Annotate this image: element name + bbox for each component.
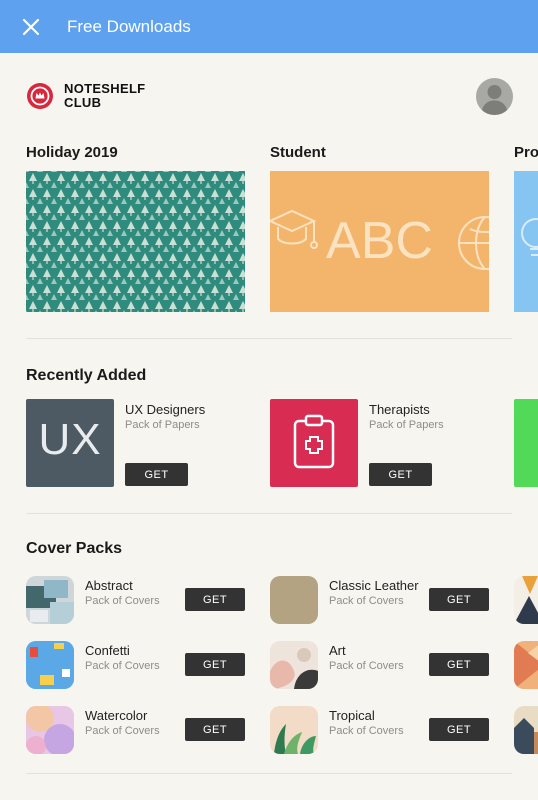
section-title-recently-added: Recently Added: [26, 367, 147, 384]
get-button-classic-leather[interactable]: GET: [429, 588, 489, 611]
featured-card-pro[interactable]: [514, 171, 538, 312]
get-button-abstract[interactable]: GET: [185, 588, 245, 611]
brand-name: NOTESHELF CLUB: [64, 82, 145, 110]
art-title: Art: [329, 643, 346, 658]
watercolor-cover-thumbnail[interactable]: [26, 706, 74, 754]
section-title-cover-packs: Cover Packs: [26, 540, 123, 557]
tropical-cover-thumbnail[interactable]: [270, 706, 318, 754]
houses-cover-art: [514, 706, 538, 754]
get-button-tropical[interactable]: GET: [429, 718, 489, 741]
art-cover-thumbnail[interactable]: [270, 641, 318, 689]
student-art-text: ABC: [326, 212, 433, 270]
classic-leather-title: Classic Leather: [329, 578, 419, 593]
divider: [26, 338, 512, 339]
featured-card-holiday[interactable]: [26, 171, 245, 312]
featured-label-holiday: Holiday 2019: [26, 144, 118, 161]
confetti-subtitle: Pack of Covers: [85, 660, 160, 672]
brand-line-1: NOTESHELF: [64, 81, 146, 96]
confetti-cover-art: [26, 641, 74, 689]
divider: [26, 513, 512, 514]
cover-pack-partial-thumbnail-3[interactable]: [514, 706, 538, 754]
noteshelf-club-logo-icon: [26, 82, 54, 115]
featured-card-student[interactable]: ABC: [270, 171, 489, 312]
classic-leather-cover-thumbnail[interactable]: [270, 576, 318, 624]
get-button-art[interactable]: GET: [429, 653, 489, 676]
get-button-watercolor[interactable]: GET: [185, 718, 245, 741]
recently-added-partial-thumbnail[interactable]: [514, 399, 538, 487]
clipboard-plus-icon: [293, 414, 335, 469]
abstract-cover-art: [26, 576, 74, 624]
trees-pattern: [26, 171, 245, 312]
avatar[interactable]: [476, 78, 513, 115]
divider: [26, 773, 512, 774]
brand-line-2: CLUB: [64, 95, 102, 110]
featured-label-student: Student: [270, 144, 326, 161]
lightbulb-icon: [521, 218, 538, 256]
abstract-subtitle: Pack of Covers: [85, 595, 160, 607]
therapists-thumbnail[interactable]: [270, 399, 358, 487]
abstract-cover-thumbnail[interactable]: [26, 576, 74, 624]
therapists-title: Therapists: [369, 402, 430, 417]
page-title: Free Downloads: [67, 17, 191, 36]
triangles-cover-art: [514, 641, 538, 689]
ux-designers-thumbnail[interactable]: UX: [26, 399, 114, 487]
get-button-therapists[interactable]: GET: [369, 463, 432, 486]
cover-pack-partial-thumbnail-2[interactable]: [514, 641, 538, 689]
watercolor-subtitle: Pack of Covers: [85, 725, 160, 737]
classic-leather-subtitle: Pack of Covers: [329, 595, 404, 607]
therapists-subtitle: Pack of Papers: [369, 419, 444, 431]
featured-label-pro: Pro: [514, 144, 538, 161]
abstract-title: Abstract: [85, 578, 133, 593]
tropical-title: Tropical: [329, 708, 375, 723]
confetti-title: Confetti: [85, 643, 130, 658]
art-cover-art: [270, 641, 318, 689]
tropical-subtitle: Pack of Covers: [329, 725, 404, 737]
art-subtitle: Pack of Covers: [329, 660, 404, 672]
ux-designers-title: UX Designers: [125, 402, 206, 417]
watercolor-cover-art: [26, 706, 74, 754]
close-icon[interactable]: [20, 16, 42, 38]
tropical-cover-art: [270, 706, 318, 754]
ux-designers-subtitle: Pack of Papers: [125, 419, 200, 431]
ux-art-text: UX: [38, 415, 102, 464]
cover-pack-partial-thumbnail-1[interactable]: [514, 576, 538, 624]
confetti-cover-thumbnail[interactable]: [26, 641, 74, 689]
get-button-confetti[interactable]: GET: [185, 653, 245, 676]
geometric-cover-art: [514, 576, 538, 624]
get-button-ux-designers[interactable]: GET: [125, 463, 188, 486]
top-bar: Free Downloads: [0, 0, 538, 53]
watercolor-title: Watercolor: [85, 708, 148, 723]
